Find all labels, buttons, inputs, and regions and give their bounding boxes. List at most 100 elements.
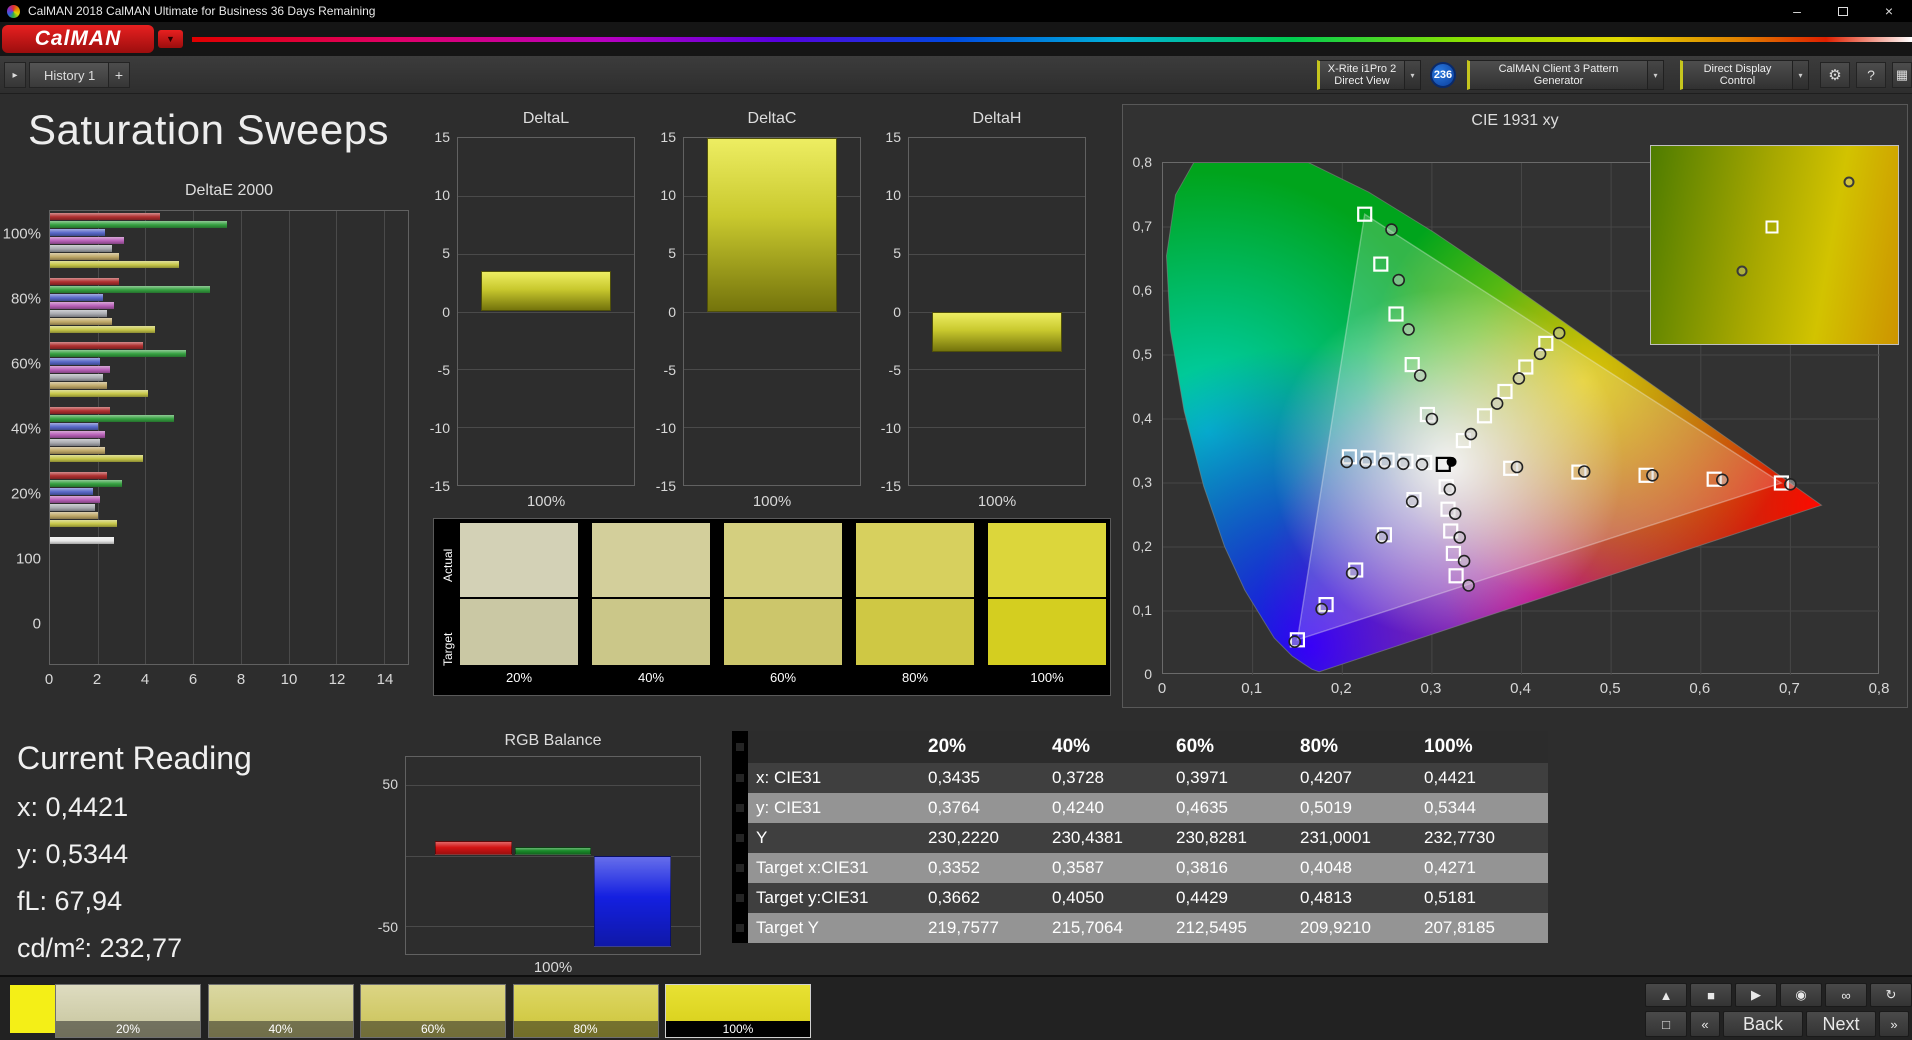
cie-ylabel: 0,2 (1132, 538, 1152, 554)
de-bar (50, 261, 179, 268)
hgrid (909, 427, 1085, 429)
rewind-button[interactable]: « (1690, 1011, 1720, 1037)
brand-bar: CalMAN ▼ (0, 22, 1912, 56)
eject-icon[interactable]: ▲ (1645, 983, 1687, 1007)
pattern-swatch-20%[interactable]: 20% (55, 984, 201, 1038)
actual-swatch (460, 523, 578, 597)
window-titlebar: CalMAN 2018 CalMAN Ultimate for Business… (0, 0, 1912, 22)
cell-label (748, 731, 928, 763)
circle (1462, 579, 1475, 592)
fast-forward-button[interactable]: » (1879, 1011, 1909, 1037)
chart-title: DeltaL (522, 110, 570, 127)
logo-menu-button[interactable]: ▼ (158, 30, 183, 48)
table-cell: 0,4271 (1424, 858, 1476, 877)
sb-ylabel: -10 (429, 419, 450, 436)
pattern-swatch-60%[interactable]: 60% (360, 984, 506, 1038)
sb-ylabel: 10 (885, 187, 901, 204)
de-ylabel: 80% (10, 290, 41, 308)
camera-icon[interactable]: ◉ (1780, 983, 1822, 1007)
de-bar (50, 253, 120, 260)
de-row (50, 470, 408, 535)
swatch-label: 20% (505, 670, 533, 685)
de-bar (50, 495, 101, 503)
cie-1931-panel: CIE 1931 xy 0 0,1 0,2 0,3 0,4 0,5 0,6 0,7 0,8 00… (1122, 104, 1908, 708)
table-cell: 230,2220 (928, 828, 999, 847)
pattern-generator-dropdown[interactable]: CalMAN Client 3 Pattern Generator ▾ (1467, 60, 1664, 90)
sb-ylabel: 15 (434, 129, 450, 145)
minimize-button[interactable]: – (1774, 0, 1820, 22)
tab-history-1[interactable]: History 1 (29, 62, 111, 88)
meter-count-badge[interactable]: 236 (1430, 62, 1456, 88)
cie-x-axis-labels: 0 0,1 0,2 0,3 0,4 0,5 0,6 0,7 0,8 (1158, 680, 1890, 698)
circle (1375, 531, 1388, 544)
pattern-window-button[interactable]: □ (1645, 1011, 1687, 1037)
calman-logo[interactable]: CalMAN (2, 25, 154, 53)
de-bar (50, 471, 108, 479)
rgb-y-axis-labels: 50 -50 (369, 756, 402, 955)
meter-dropdown[interactable]: X-Rite i1Pro 2 Direct View ▾ (1317, 60, 1421, 90)
hgrid (909, 253, 1085, 255)
tab-scroll-button[interactable]: ▸ (4, 62, 26, 88)
de-ylabel: 0 (32, 615, 41, 633)
sb-bar (931, 311, 1063, 352)
pattern-swatch-40%[interactable]: 40% (207, 984, 354, 1038)
deltae-x-axis-labels: 0 2 4 6 8 10 12 14 (45, 671, 409, 689)
next-button[interactable]: Next (1806, 1011, 1876, 1037)
maximize-button[interactable] (1820, 0, 1866, 22)
inset-square (1765, 220, 1779, 234)
de-row (50, 340, 408, 405)
strip-sq (736, 924, 744, 932)
settings-button[interactable]: ⚙ (1820, 62, 1850, 88)
meter-line1: X-Rite i1Pro 2 (1327, 63, 1397, 75)
de-bar (50, 213, 160, 220)
ticklabel: 0,1 (1241, 680, 1263, 697)
stop-icon[interactable]: ■ (1690, 983, 1732, 1007)
pattern-swatch-100%[interactable]: 100% (665, 984, 811, 1038)
close-button[interactable]: × (1866, 0, 1912, 22)
sb-ylabel: -5 (888, 361, 901, 378)
de-bar (50, 229, 105, 236)
de-bar (50, 221, 227, 228)
grid-icon: ▦ (1895, 67, 1909, 82)
de-bar (50, 277, 120, 285)
sb-ylabel: 0 (442, 303, 450, 320)
layout-button[interactable]: ▦ (1892, 62, 1912, 88)
row-label: Target y:CIE31 (756, 888, 869, 907)
circle (1464, 427, 1478, 441)
de-bar (50, 447, 105, 455)
plot-area (683, 137, 861, 486)
de-bar (50, 293, 103, 301)
table-cell: 0,3352 (928, 858, 980, 877)
display-control-dropdown[interactable]: Direct Display Control ▾ (1680, 60, 1809, 90)
actual-swatch (988, 523, 1106, 597)
table-cell: 0,4813 (1300, 888, 1352, 907)
add-tab-button[interactable]: + (108, 62, 130, 88)
ticklabel: 0 (1157, 680, 1167, 697)
strip-sq (736, 774, 744, 782)
de-bar (50, 487, 93, 495)
page-title: Saturation Sweeps (28, 106, 390, 153)
help-button[interactable]: ? (1856, 62, 1886, 88)
sb-ylabel: -50 (377, 918, 398, 935)
y-axis-labels: 15 10 5 0 -5 -10 -15 (427, 129, 454, 494)
infinity-icon[interactable]: ∞ (1825, 983, 1867, 1007)
ticklabel: 6 (188, 671, 198, 688)
cie-chart-title: CIE 1931 xy (1471, 112, 1559, 129)
circle (1510, 460, 1524, 474)
table-cell: 0,4050 (1052, 888, 1104, 907)
swatch-label: 100% (666, 1021, 810, 1037)
back-button[interactable]: Back (1723, 1011, 1803, 1037)
play-icon[interactable]: ▶ (1735, 983, 1777, 1007)
target-swatch (856, 599, 974, 665)
cie-ylabel: 0,5 (1132, 346, 1152, 362)
app-logo-icon (7, 4, 20, 18)
table-row: x: CIE31 0,3435 0,3728 0,3971 0,4207 0,4421 (732, 763, 1548, 793)
pattern-swatch-80%[interactable]: 80% (512, 984, 659, 1038)
circle (1396, 457, 1410, 471)
strip-sq (736, 804, 744, 812)
delta-l-chart: DeltaL 15 10 5 0 -5 -10 -15 100% (427, 110, 639, 520)
circle (1446, 456, 1457, 467)
cell-strip (732, 853, 748, 883)
chevron-down-icon: ▾ (1647, 61, 1663, 89)
loop-icon[interactable]: ↻ (1870, 983, 1912, 1007)
